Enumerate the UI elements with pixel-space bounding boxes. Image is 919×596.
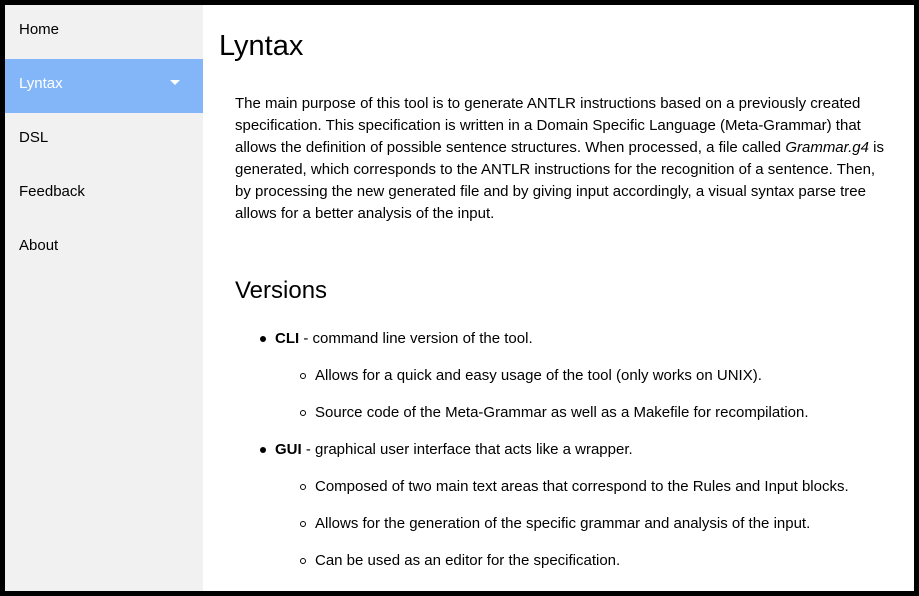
sidebar-item-feedback[interactable]: Feedback xyxy=(5,167,203,221)
version-subitem-text: Allows for a quick and easy usage of the… xyxy=(315,367,762,384)
version-subitem: Can be used as an editor for the specifi… xyxy=(300,551,621,571)
sidebar: Home Lyntax DSL Feedback About xyxy=(5,5,203,591)
sidebar-item-label: Home xyxy=(19,21,60,38)
bullet-circle xyxy=(300,521,306,527)
version-description: - graphical user interface that acts lik… xyxy=(301,441,633,458)
intro-filename: Grammar.g4 xyxy=(785,139,869,156)
bullet-disc xyxy=(260,336,266,342)
caret-down-icon[interactable] xyxy=(170,80,180,85)
version-item-gui: GUI - graphical user interface that acts… xyxy=(260,440,633,460)
sidebar-item-label: Lyntax xyxy=(19,75,63,92)
version-subitem: Allows for a quick and easy usage of the… xyxy=(300,366,762,386)
versions-heading: Versions xyxy=(235,277,328,304)
intro-text-start: The main purpose of this tool is to gene… xyxy=(235,95,861,156)
main-content: Lyntax The main purpose of this tool is … xyxy=(203,5,914,591)
version-name: GUI xyxy=(275,441,302,458)
version-subitem-text: Source code of the Meta-Grammar as well … xyxy=(315,404,809,421)
bullet-circle xyxy=(300,484,306,490)
bullet-circle xyxy=(300,558,306,564)
version-subitem-text: Can be used as an editor for the specifi… xyxy=(315,552,621,569)
version-description: - command line version of the tool. xyxy=(299,330,533,347)
sidebar-item-label: DSL xyxy=(19,129,49,146)
version-name: CLI xyxy=(275,330,300,347)
version-subitem-text: Composed of two main text areas that cor… xyxy=(315,478,849,495)
sidebar-item-label: About xyxy=(19,237,59,254)
version-subitem: Composed of two main text areas that cor… xyxy=(300,477,849,497)
version-item-cli: CLI - command line version of the tool. xyxy=(260,329,533,349)
bullet-circle xyxy=(300,373,306,379)
intro-paragraph: The main purpose of this tool is to gene… xyxy=(235,93,890,225)
sidebar-item-about[interactable]: About xyxy=(5,221,203,275)
version-subitem: Allows for the generation of the specifi… xyxy=(300,514,811,534)
version-subitem-text: Allows for the generation of the specifi… xyxy=(315,515,811,532)
bullet-disc xyxy=(260,447,266,453)
sidebar-item-label: Feedback xyxy=(19,183,85,200)
app-frame: Home Lyntax DSL Feedback About Lyntax Th… xyxy=(5,5,914,591)
bullet-circle xyxy=(300,410,306,416)
sidebar-item-home[interactable]: Home xyxy=(5,5,203,59)
sidebar-item-dsl[interactable]: DSL xyxy=(5,113,203,167)
version-subitem: Source code of the Meta-Grammar as well … xyxy=(300,403,809,423)
sidebar-item-lyntax[interactable]: Lyntax xyxy=(5,59,203,113)
page-title: Lyntax xyxy=(219,30,304,62)
